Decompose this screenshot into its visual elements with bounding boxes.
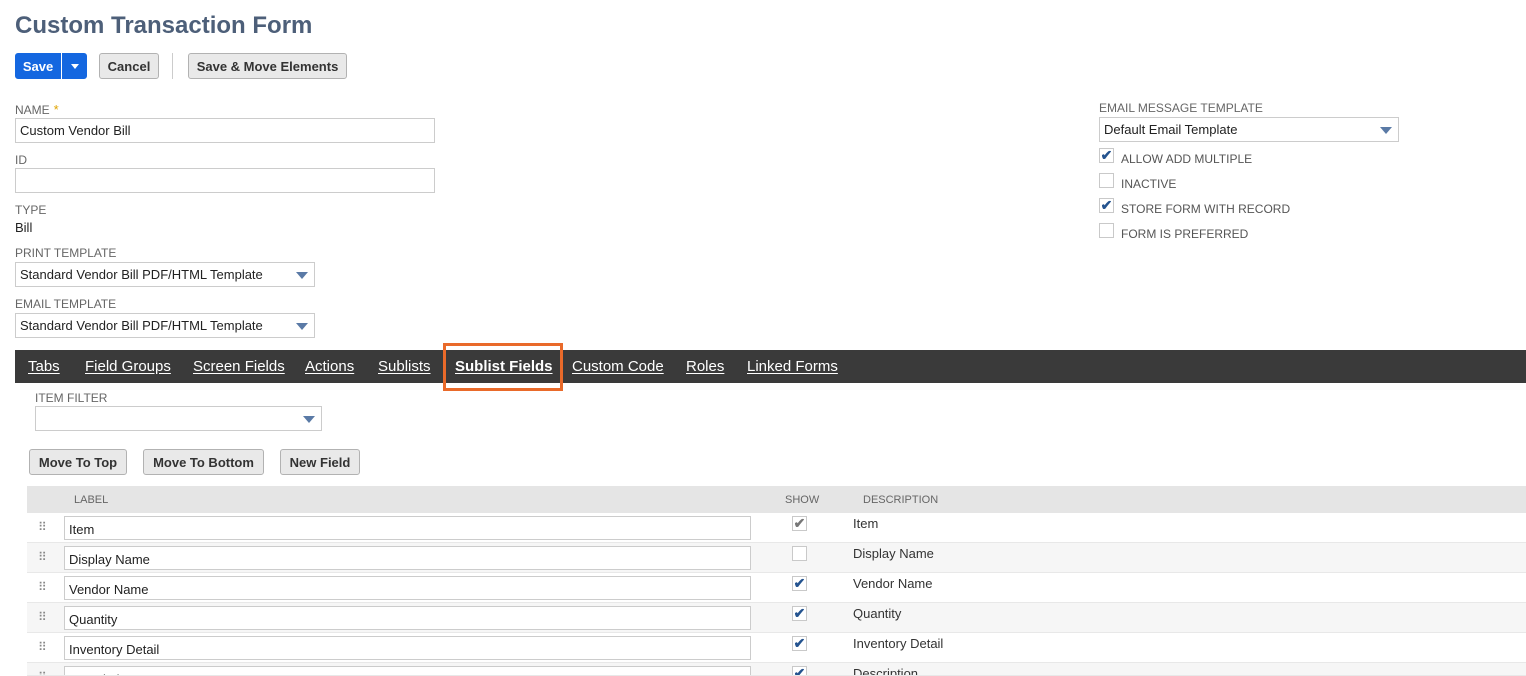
row-label-input[interactable]: Description (64, 666, 751, 675)
email-template-label: EMAIL TEMPLATE (15, 297, 117, 311)
row-show-checkbox[interactable] (792, 546, 807, 561)
column-header-description: DESCRIPTION (863, 494, 939, 506)
row-show-checkbox[interactable]: ✔ (792, 666, 807, 675)
cancel-button[interactable]: Cancel (99, 53, 159, 79)
type-label: TYPE (15, 203, 47, 217)
email-message-template-select[interactable]: Default Email Template (1099, 117, 1399, 142)
table-row: ⠿ Vendor Name ✔ Vendor Name (27, 573, 1526, 603)
move-to-bottom-button[interactable]: Move To Bottom (143, 449, 264, 475)
tab-sublists[interactable]: Sublists (378, 358, 431, 375)
drag-handle-icon[interactable]: ⠿ (38, 580, 47, 594)
row-description: Item (853, 516, 879, 531)
id-field[interactable] (15, 168, 435, 193)
allow-add-multiple-checkbox[interactable]: ✔ (1099, 148, 1114, 163)
drag-handle-icon[interactable]: ⠿ (38, 640, 47, 654)
row-description: Display Name (853, 546, 934, 561)
store-form-with-record-label: STORE FORM WITH RECORD (1121, 202, 1291, 216)
email-message-template-label: EMAIL MESSAGE TEMPLATE (1099, 101, 1263, 115)
item-filter-select[interactable] (35, 406, 322, 431)
email-message-template-value: Default Email Template (1104, 122, 1238, 137)
drag-handle-icon[interactable]: ⠿ (38, 520, 47, 534)
row-description: Quantity (853, 606, 902, 621)
tab-tabs[interactable]: Tabs (28, 358, 60, 375)
form-is-preferred-checkbox[interactable] (1099, 223, 1114, 238)
row-label-input[interactable]: Quantity (64, 606, 751, 630)
allow-add-multiple-label: ALLOW ADD MULTIPLE (1121, 152, 1253, 166)
row-label-input[interactable]: Inventory Detail (64, 636, 751, 660)
row-description: Description (853, 666, 919, 676)
toolbar-divider (172, 53, 173, 79)
row-label-input[interactable]: Display Name (64, 546, 751, 570)
type-value: Bill (15, 220, 33, 235)
save-button[interactable]: Save (15, 53, 61, 79)
item-filter-label: ITEM FILTER (35, 391, 108, 405)
form-is-preferred-label: FORM IS PREFERRED (1121, 227, 1249, 241)
tab-custom-code[interactable]: Custom Code (572, 358, 664, 375)
drag-handle-icon[interactable]: ⠿ (38, 610, 47, 624)
dropdown-arrow-icon (296, 272, 308, 279)
inactive-checkbox[interactable] (1099, 173, 1114, 188)
page-title: Custom Transaction Form (15, 12, 313, 39)
row-label-input[interactable]: Vendor Name (64, 576, 751, 600)
tab-linked-forms[interactable]: Linked Forms (747, 358, 838, 375)
store-form-with-record-checkbox[interactable]: ✔ (1099, 198, 1114, 213)
dropdown-arrow-icon (296, 323, 308, 330)
row-description: Vendor Name (853, 576, 933, 591)
table-row: ⠿ Inventory Detail ✔ Inventory Detail (27, 633, 1526, 663)
name-field[interactable]: Custom Vendor Bill (15, 118, 435, 143)
row-show-checkbox[interactable]: ✔ (792, 606, 807, 621)
column-header-show: SHOW (785, 494, 820, 506)
move-to-top-button[interactable]: Move To Top (29, 449, 127, 475)
chevron-down-icon (70, 63, 79, 69)
table-row: ⠿ Item ✔ Item (27, 513, 1526, 543)
sublist-header (27, 486, 1526, 513)
active-tab-highlight (443, 343, 563, 391)
required-mark: * (53, 102, 59, 117)
new-field-button[interactable]: New Field (280, 449, 360, 475)
table-row: ⠿ Display Name Display Name (27, 543, 1526, 573)
tab-field-groups[interactable]: Field Groups (85, 358, 171, 375)
column-header-label: LABEL (74, 494, 109, 506)
save-move-elements-button[interactable]: Save & Move Elements (188, 53, 347, 79)
dropdown-arrow-icon (1380, 127, 1392, 134)
print-template-value: Standard Vendor Bill PDF/HTML Template (20, 267, 263, 282)
drag-handle-icon[interactable]: ⠿ (38, 670, 47, 675)
print-template-label: PRINT TEMPLATE (15, 246, 117, 260)
name-field-label: NAME * (15, 102, 59, 117)
table-row: ⠿ Quantity ✔ Quantity (27, 603, 1526, 633)
print-template-select[interactable]: Standard Vendor Bill PDF/HTML Template (15, 262, 315, 287)
row-show-checkbox[interactable]: ✔ (792, 636, 807, 651)
id-field-label: ID (15, 153, 27, 167)
row-show-checkbox[interactable]: ✔ (792, 576, 807, 591)
row-label-input[interactable]: Item (64, 516, 751, 540)
table-row: ⠿ Description ✔ Description (27, 663, 1526, 676)
email-template-value: Standard Vendor Bill PDF/HTML Template (20, 318, 263, 333)
inactive-label: INACTIVE (1121, 177, 1177, 191)
tab-roles[interactable]: Roles (686, 358, 724, 375)
tab-actions[interactable]: Actions (305, 358, 354, 375)
save-menu-button[interactable] (62, 53, 87, 79)
drag-handle-icon[interactable]: ⠿ (38, 550, 47, 564)
row-show-checkbox[interactable]: ✔ (792, 516, 807, 531)
email-template-select[interactable]: Standard Vendor Bill PDF/HTML Template (15, 313, 315, 338)
dropdown-arrow-icon (303, 416, 315, 423)
tab-screen-fields[interactable]: Screen Fields (193, 358, 285, 375)
row-description: Inventory Detail (853, 636, 944, 651)
